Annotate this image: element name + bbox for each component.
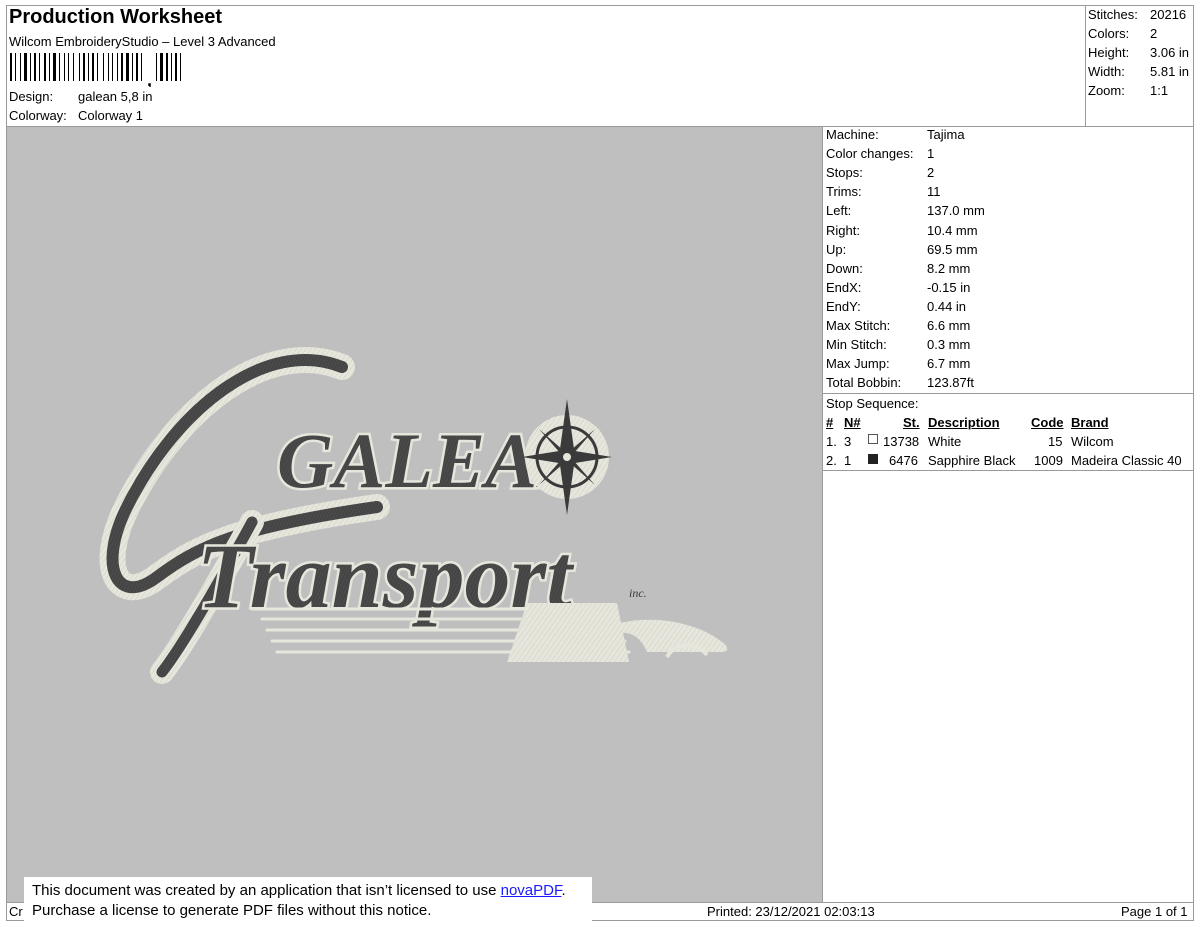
row-stitches: 6476 [889, 453, 918, 468]
property-value: Tajima [927, 127, 965, 142]
row-code: 1009 [1034, 453, 1063, 468]
embroidery-logo: GALEAN Transport inc. [99, 347, 728, 684]
height-value: 3.06 in [1150, 45, 1190, 60]
stitches-label: Stitches: [1088, 7, 1138, 22]
logo-text-transport: Transport [197, 525, 574, 627]
zoom-value: 1:1 [1150, 83, 1169, 98]
machine-properties: Machine: Tajima Color changes: 1 Stops: 2 Trim… [826, 127, 1186, 392]
property-value: 1 [927, 146, 935, 162]
software-name: Wilcom EmbroideryStudio – Level 3 Advanc… [9, 34, 276, 49]
svg-text:,: , [147, 70, 152, 87]
col-stitches-header: St. [903, 415, 920, 430]
property-label: Trims: [826, 184, 862, 200]
property-label: Machine: [826, 127, 879, 142]
property-value: 0.3 mm [927, 337, 971, 353]
col-description-header: Description [928, 415, 1000, 430]
row-brand: Wilcom [1071, 434, 1114, 449]
design-value: galean 5,8 in [78, 89, 153, 104]
property-label: Max Stitch: [826, 318, 891, 333]
property-value: 10.4 mm [927, 222, 978, 238]
property-label: Min Stitch: [826, 337, 887, 353]
property-value: 8.2 mm [927, 260, 971, 276]
property-label: Up: [826, 241, 847, 257]
stop-sequence-title: Stop Sequence: [826, 396, 919, 411]
notice-line2: Purchase a license to generate PDF files… [32, 902, 432, 919]
property-value: 137.0 mm [927, 203, 985, 219]
row-index: 1. [826, 434, 837, 449]
width-label: Width: [1088, 64, 1125, 79]
row-code: 15 [1048, 434, 1063, 449]
row-index: 2. [826, 453, 837, 468]
property-value: 2 [927, 165, 935, 181]
property-label: EndY: [826, 298, 861, 314]
property-value: 123.87ft [927, 375, 974, 391]
property-label: Color changes: [826, 146, 914, 162]
property-label: EndX: [826, 279, 862, 295]
colorway-value: Colorway 1 [78, 108, 144, 123]
col-index-header: # [826, 415, 834, 430]
design-preview: GALEAN Transport inc. [7, 127, 822, 902]
width-value: 5.81 in [1150, 64, 1190, 79]
row-stitches: 13738 [883, 434, 920, 449]
printed-timestamp: Printed: 23/12/2021 02:03:13 [707, 904, 875, 919]
license-notice: This document was created by an applicat… [24, 877, 592, 925]
row-needle: 1 [844, 453, 852, 468]
property-value: -0.15 in [927, 279, 971, 295]
property-value: 69.5 mm [927, 241, 978, 257]
barcode: , [10, 53, 181, 87]
property-value: 6.6 mm [927, 318, 971, 333]
col-code-header: Code [1031, 415, 1064, 430]
novapdf-link[interactable]: novaPDF [501, 882, 562, 899]
colorway-label: Colorway: [9, 108, 67, 123]
property-label: Down: [826, 260, 863, 276]
logo-text-inc: inc. [629, 586, 647, 600]
footer-left-text: Cr [9, 904, 23, 919]
height-label: Height: [1088, 45, 1130, 60]
col-brand-header: Brand [1071, 415, 1109, 430]
zoom-label: Zoom: [1088, 83, 1125, 98]
notice-line1: This document was created by an applicat… [32, 882, 501, 899]
colors-value: 2 [1150, 26, 1158, 41]
colors-label: Colors: [1088, 26, 1130, 41]
color-swatch [868, 454, 878, 464]
notice-period: . [561, 882, 566, 899]
property-label: Left: [826, 203, 852, 219]
property-value: 11 [927, 184, 941, 200]
row-description: White [928, 434, 962, 449]
property-label: Stops: [826, 165, 863, 181]
color-swatch [868, 434, 878, 444]
design-label: Design: [9, 89, 54, 104]
property-label: Right: [826, 222, 860, 238]
property-value: 6.7 mm [927, 356, 971, 372]
page-number: Page 1 of 1 [1121, 904, 1188, 919]
page-title: Production Worksheet [9, 6, 222, 28]
stitches-value: 20216 [1150, 7, 1187, 22]
property-value: 0.44 in [927, 298, 967, 314]
row-brand: Madeira Classic 40 [1071, 453, 1182, 468]
row-needle: 3 [844, 434, 852, 449]
col-needle-header: N# [844, 415, 861, 430]
row-description: Sapphire Black [928, 453, 1016, 468]
property-label: Total Bobbin: [826, 375, 902, 391]
property-label: Max Jump: [826, 356, 890, 372]
